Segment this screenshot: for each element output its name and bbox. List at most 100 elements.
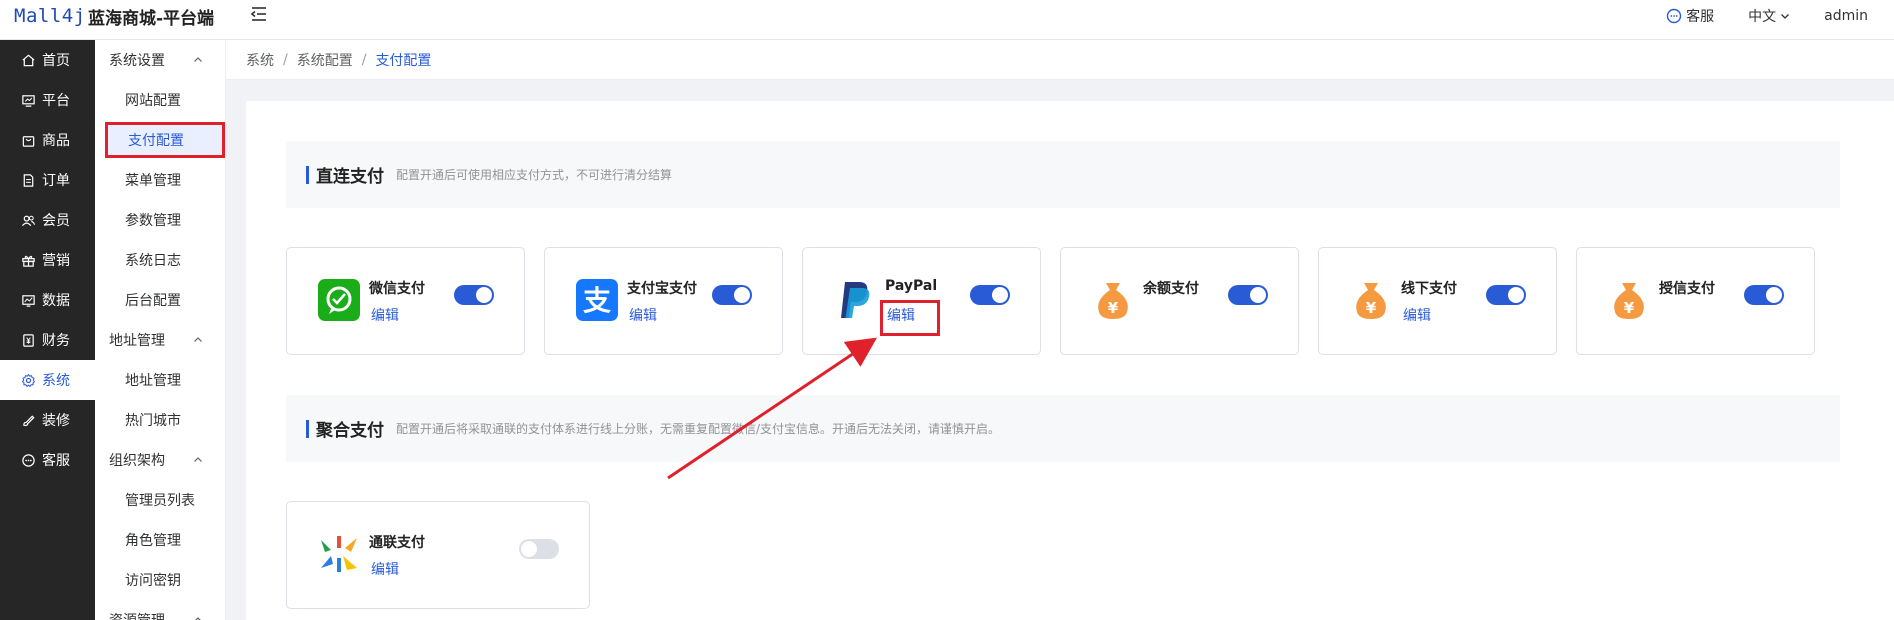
payment-card-balance: ¥ 余额支付 <box>1060 247 1299 355</box>
brush-icon <box>23 414 35 426</box>
money-bag-icon: ¥ <box>1098 283 1128 319</box>
finance-icon <box>23 333 34 347</box>
payment-toggle[interactable] <box>1744 285 1784 305</box>
nav-item-platform[interactable]: 平台 <box>0 80 95 120</box>
payment-card-wechat: 微信支付 编辑 <box>286 247 525 355</box>
nav2-item-site-config[interactable]: 网站配置 <box>95 80 225 120</box>
nav-item-label: 装修 <box>42 413 70 429</box>
nav-item-orders[interactable]: 订单 <box>0 160 95 200</box>
direct-payment-header: 直连支付 配置开通后可使用相应支付方式，不可进行清分结算 <box>286 141 1840 208</box>
chevron-down-icon <box>1781 14 1790 19</box>
nav-item-label: 平台 <box>42 93 70 109</box>
customer-service-button[interactable]: 客服 <box>1666 6 1714 26</box>
breadcrumb-current: 支付配置 <box>375 52 432 69</box>
nav-item-system[interactable]: 系统 <box>0 360 95 400</box>
nav2-item-params[interactable]: 参数管理 <box>95 200 225 240</box>
bag-icon <box>22 135 35 147</box>
chat-icon <box>1666 8 1682 24</box>
nav-group-system-settings[interactable]: 系统设置 <box>95 40 225 80</box>
nav-item-products[interactable]: 商品 <box>0 120 95 160</box>
header-actions: 客服 中文 admin <box>1666 6 1868 26</box>
nav-item-label: 营销 <box>42 253 70 269</box>
document-icon <box>23 173 34 187</box>
language-label: 中文 <box>1748 9 1777 25</box>
payment-name: 通联支付 <box>369 535 425 551</box>
nav-item-label: 首页 <box>42 53 70 69</box>
payment-toggle[interactable] <box>1486 285 1526 305</box>
allinpay-icon <box>321 536 357 572</box>
user-name: admin <box>1824 8 1868 24</box>
nav2-item-address-management[interactable]: 地址管理 <box>95 360 225 400</box>
payment-toggle[interactable] <box>1228 285 1268 305</box>
payment-card-alipay: 支 支付宝支付 编辑 <box>544 247 783 355</box>
nav-item-label: 财务 <box>42 333 70 349</box>
breadcrumb-item[interactable]: 系统配置 <box>297 50 353 70</box>
nav-group-organization[interactable]: 组织架构 <box>95 440 225 480</box>
nav-group-resources[interactable]: 资源管理 <box>95 600 225 620</box>
nav-item-marketing[interactable]: 营销 <box>0 240 95 280</box>
section-title: 直连支付 <box>316 167 384 187</box>
nav2-item-payment-config[interactable]: 支付配置 <box>105 122 225 158</box>
user-menu[interactable]: admin <box>1824 8 1868 24</box>
menu-collapse-icon[interactable] <box>249 4 269 24</box>
chevron-up-icon <box>195 617 201 620</box>
payment-toggle[interactable] <box>454 285 494 305</box>
nav2-item-admin-list[interactable]: 管理员列表 <box>95 480 225 520</box>
logo: Mall4j <box>14 5 86 27</box>
nav2-item-menu-management[interactable]: 菜单管理 <box>95 160 225 200</box>
nav-group-label: 组织架构 <box>109 453 165 469</box>
breadcrumb-separator: / <box>361 51 367 68</box>
nav-item-decoration[interactable]: 装修 <box>0 400 95 440</box>
money-bag-icon: ¥ <box>1356 283 1386 319</box>
payment-toggle[interactable] <box>519 539 559 559</box>
nav2-item-hot-cities[interactable]: 热门城市 <box>95 400 225 440</box>
payment-card-credit: ¥ 授信支付 <box>1576 247 1815 355</box>
nav-item-service[interactable]: 客服 <box>0 440 95 480</box>
nav-item-members[interactable]: 会员 <box>0 200 95 240</box>
site-title: 蓝海商城-平台端 <box>88 9 215 29</box>
chevron-up-icon <box>194 457 202 462</box>
breadcrumb-item[interactable]: 系统 <box>246 50 274 70</box>
nav2-item-system-log[interactable]: 系统日志 <box>95 240 225 280</box>
svg-text:¥: ¥ <box>1624 299 1635 317</box>
payment-name: 余额支付 <box>1143 281 1199 297</box>
svg-text:支: 支 <box>583 284 611 317</box>
section-description: 配置开通后可使用相应支付方式，不可进行清分结算 <box>396 168 673 182</box>
breadcrumb: 系统 / 系统配置 / 支付配置 <box>226 40 1894 80</box>
users-icon <box>21 215 36 226</box>
money-bag-icon: ¥ <box>1614 283 1644 319</box>
payment-name: 微信支付 <box>369 281 425 297</box>
edit-button[interactable]: 编辑 <box>371 305 399 325</box>
nav-group-label: 资源管理 <box>109 610 165 620</box>
edit-button[interactable]: 编辑 <box>629 305 657 325</box>
payment-config-panel: 直连支付 配置开通后可使用相应支付方式，不可进行清分结算 微信支付 编辑 支 支… <box>246 101 1894 620</box>
language-select[interactable]: 中文 <box>1748 6 1790 26</box>
customer-service-label: 客服 <box>1686 9 1715 25</box>
top-header: Mall4j 蓝海商城-平台端 客服 中文 admin <box>0 0 1894 40</box>
payment-name: 支付宝支付 <box>627 281 697 297</box>
section-title: 聚合支付 <box>316 421 384 441</box>
payment-name: 线下支付 <box>1401 281 1457 297</box>
section-description: 配置开通后将采取通联的支付体系进行线上分账，无需重复配置微信/支付宝信息。开通后… <box>396 422 1001 436</box>
edit-button[interactable]: 编辑 <box>1403 305 1431 325</box>
primary-sidebar: 首页 平台 商品 订单 会员 营销 数据 财务 系统 装修 客服 <box>0 40 95 620</box>
payment-toggle[interactable] <box>712 285 752 305</box>
nav2-item-role-management[interactable]: 角色管理 <box>95 520 225 560</box>
nav-item-label: 客服 <box>42 453 70 469</box>
payment-toggle[interactable] <box>970 285 1010 305</box>
edit-button[interactable]: 编辑 <box>371 559 399 579</box>
nav-item-home[interactable]: 首页 <box>0 40 95 80</box>
payment-card-allinpay: 通联支付 编辑 <box>286 501 590 609</box>
nav-item-label: 商品 <box>42 133 70 149</box>
gear-icon <box>21 373 36 387</box>
nav2-item-backend-config[interactable]: 后台配置 <box>95 280 225 320</box>
wechat-pay-icon <box>318 279 360 321</box>
nav2-item-access-keys[interactable]: 访问密钥 <box>95 560 225 600</box>
nav-group-label: 地址管理 <box>109 333 165 349</box>
monitor-icon <box>22 94 35 107</box>
nav-item-label: 订单 <box>42 173 70 189</box>
nav-group-address[interactable]: 地址管理 <box>95 320 225 360</box>
nav-item-finance[interactable]: 财务 <box>0 320 95 360</box>
chevron-up-icon <box>194 337 202 342</box>
nav-item-data[interactable]: 数据 <box>0 280 95 320</box>
